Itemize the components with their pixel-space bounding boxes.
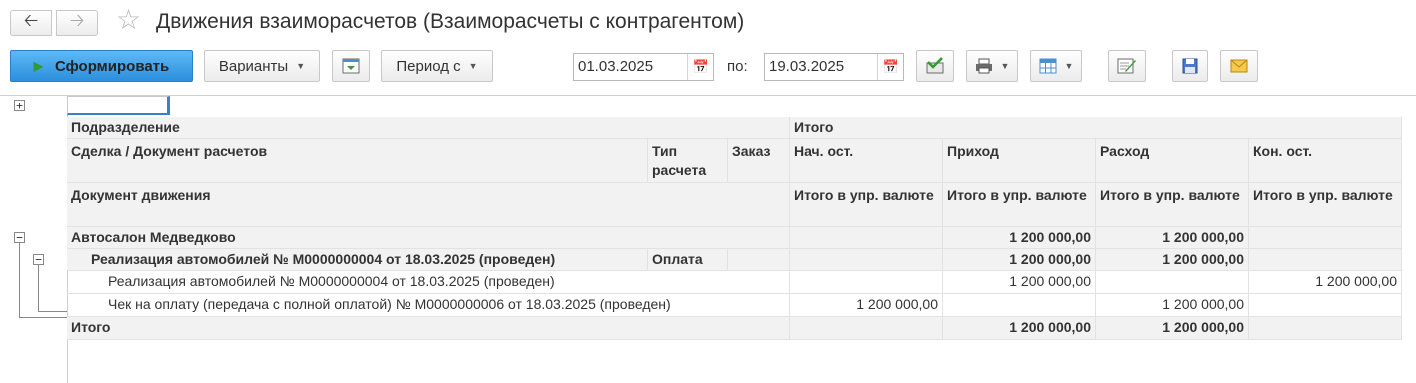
play-icon: ▶ xyxy=(33,59,43,73)
collapse-group-icon[interactable]: − xyxy=(14,232,25,243)
printer-icon xyxy=(975,58,992,74)
envelope-icon xyxy=(1230,59,1248,73)
edit-pencil-icon xyxy=(1117,58,1136,74)
calendar-icon: 📅 xyxy=(882,59,900,74)
row-deal-closing[interactable] xyxy=(1249,249,1402,271)
header-deal-document: Сделка / Документ расчетов xyxy=(67,139,648,183)
chevron-down-icon: ▼ xyxy=(296,61,306,71)
row-deal-label[interactable]: Реализация автомобилей № М0000000004 от … xyxy=(67,249,648,271)
row-total-income[interactable]: 1 200 000,00 xyxy=(943,317,1096,340)
header-division: Подразделение xyxy=(67,117,790,139)
arrow-right-icon: 🡢 xyxy=(69,10,85,30)
tree-line xyxy=(38,265,39,311)
row-division-income[interactable]: 1 200 000,00 xyxy=(943,227,1096,249)
row-total-closing[interactable] xyxy=(1249,317,1402,340)
favorite-star-icon[interactable]: ☆ xyxy=(116,6,141,34)
calendar-to-button[interactable]: 📅 xyxy=(877,54,904,80)
row-division-opening[interactable] xyxy=(790,227,943,249)
row-movement-1-opening[interactable] xyxy=(790,271,943,294)
back-button[interactable]: 🡠 xyxy=(10,10,52,36)
chevron-down-icon: ▼ xyxy=(1064,61,1074,71)
arrow-left-icon: 🡠 xyxy=(23,10,39,30)
table-grid-icon xyxy=(1039,58,1057,74)
chevron-down-icon: ▼ xyxy=(468,61,478,71)
row-movement-2-opening[interactable]: 1 200 000,00 xyxy=(790,294,943,317)
header-order: Заказ xyxy=(728,139,790,183)
row-movement-2-closing[interactable] xyxy=(1249,294,1402,317)
tree-line xyxy=(19,317,67,318)
header-calc-type: Тип расчета xyxy=(648,139,728,183)
calendar-from-button[interactable]: 📅 xyxy=(687,54,714,80)
row-movement-2-expense[interactable]: 1 200 000,00 xyxy=(1096,294,1249,317)
generate-label: Сформировать xyxy=(54,57,170,75)
send-email-button[interactable] xyxy=(1220,50,1258,82)
calendar-icon: 📅 xyxy=(692,59,710,74)
row-total-opening[interactable] xyxy=(790,317,943,340)
generate-button[interactable]: ▶ Сформировать xyxy=(10,50,193,82)
export-button[interactable] xyxy=(916,50,954,82)
period-button[interactable]: Период с ▼ xyxy=(381,50,493,82)
save-disk-icon xyxy=(1182,58,1198,74)
row-deal-order[interactable] xyxy=(728,249,790,271)
active-cell[interactable] xyxy=(67,96,170,115)
header-movement-document: Документ движения xyxy=(67,183,790,227)
chevron-down-icon: ▼ xyxy=(1000,61,1010,71)
export-check-icon xyxy=(926,57,944,74)
print-button[interactable]: ▼ xyxy=(966,50,1018,82)
tree-line xyxy=(19,243,20,317)
row-movement-2-income[interactable] xyxy=(943,294,1096,317)
period-label: Период с xyxy=(396,57,461,75)
date-to-value: 19.03.2025 xyxy=(769,58,845,75)
row-movement-1-label[interactable]: Реализация автомобилей № М0000000004 от … xyxy=(67,271,790,294)
expand-all-icon[interactable]: + xyxy=(14,100,25,111)
header-total: Итого xyxy=(790,117,1402,139)
row-division-label[interactable]: Автосалон Медведково xyxy=(67,227,790,249)
header-closing-currency: Итого в упр. валюте xyxy=(1249,183,1402,227)
row-deal-opening[interactable] xyxy=(790,249,943,271)
date-to-label: по: xyxy=(727,58,748,75)
variants-button[interactable]: Варианты ▼ xyxy=(204,50,320,82)
grouping-gutter xyxy=(0,96,68,383)
row-deal-income[interactable]: 1 200 000,00 xyxy=(943,249,1096,271)
save-button[interactable] xyxy=(1172,50,1208,82)
row-total-expense[interactable]: 1 200 000,00 xyxy=(1096,317,1249,340)
row-movement-1-income[interactable]: 1 200 000,00 xyxy=(943,271,1096,294)
row-movement-2-label[interactable]: Чек на оплату (передача с полной оплатой… xyxy=(67,294,790,317)
header-opening-balance: Нач. ост. xyxy=(790,139,943,183)
tree-line xyxy=(38,311,67,312)
row-division-expense[interactable]: 1 200 000,00 xyxy=(1096,227,1249,249)
edit-report-button[interactable] xyxy=(1108,50,1146,82)
header-expense: Расход xyxy=(1096,139,1249,183)
header-income-currency: Итого в упр. валюте xyxy=(943,183,1096,227)
report-settings-icon xyxy=(342,58,360,74)
variants-label: Варианты xyxy=(218,57,289,75)
forward-button[interactable]: 🡢 xyxy=(56,10,98,36)
header-expense-currency: Итого в упр. валюте xyxy=(1096,183,1249,227)
row-movement-1-expense[interactable] xyxy=(1096,271,1249,294)
settings-button[interactable] xyxy=(332,50,370,82)
row-total-label[interactable]: Итого xyxy=(67,317,790,340)
row-deal-calc-type[interactable]: Оплата xyxy=(648,249,728,271)
table-view-button[interactable]: ▼ xyxy=(1030,50,1082,82)
header-income: Приход xyxy=(943,139,1096,183)
row-movement-1-closing[interactable]: 1 200 000,00 xyxy=(1249,271,1402,294)
header-closing-balance: Кон. ост. xyxy=(1249,139,1402,183)
row-division-closing[interactable] xyxy=(1249,227,1402,249)
date-from-value: 01.03.2025 xyxy=(578,58,654,75)
collapse-subgroup-icon[interactable]: − xyxy=(33,254,44,265)
row-deal-expense[interactable]: 1 200 000,00 xyxy=(1096,249,1249,271)
page-title: Движения взаиморасчетов (Взаиморасчеты с… xyxy=(156,10,745,33)
toolbar-divider xyxy=(0,95,1416,96)
header-opening-currency: Итого в упр. валюте xyxy=(790,183,943,227)
